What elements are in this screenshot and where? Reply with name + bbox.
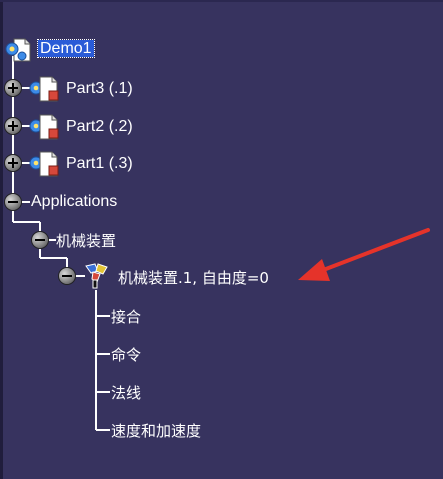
annotation-arrow-icon xyxy=(298,228,430,281)
